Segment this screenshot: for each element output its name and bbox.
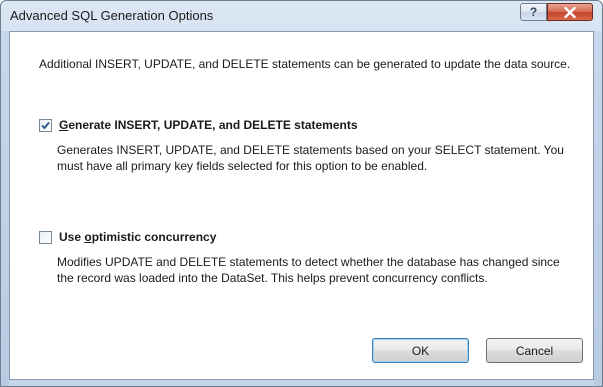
generate-statements-checkbox[interactable]	[39, 118, 52, 132]
optimistic-concurrency-description: Modifies UPDATE and DELETE statements to…	[57, 255, 560, 285]
optimistic-concurrency-mnemonic: o	[84, 230, 92, 244]
dialog-content: Additional INSERT, UPDATE, and DELETE st…	[9, 31, 594, 380]
window-frame-left	[1, 31, 9, 386]
ok-button[interactable]: OK	[372, 338, 469, 363]
generate-statements-label-text: enerate INSERT, UPDATE, and DELETE state…	[68, 118, 358, 132]
cancel-button[interactable]: Cancel	[486, 338, 583, 363]
title-bar[interactable]: Advanced SQL Generation Options ?	[1, 1, 602, 31]
optimistic-concurrency-option[interactable]: Use optimistic concurrency	[39, 230, 216, 244]
optimistic-concurrency-label-prefix: Use	[59, 230, 85, 244]
help-button[interactable]: ?	[520, 3, 547, 21]
window-frame-right	[594, 31, 602, 386]
intro-text: Additional INSERT, UPDATE, and DELETE st…	[39, 57, 571, 71]
close-icon	[564, 6, 576, 18]
generate-statements-label[interactable]: Generate INSERT, UPDATE, and DELETE stat…	[59, 118, 358, 132]
generate-statements-description: Generates INSERT, UPDATE, and DELETE sta…	[57, 143, 564, 173]
generate-statements-option[interactable]: Generate INSERT, UPDATE, and DELETE stat…	[39, 118, 358, 132]
dialog-window: Advanced SQL Generation Options ? Additi…	[0, 0, 603, 387]
optimistic-concurrency-label-text: ptimistic concurrency	[91, 230, 217, 244]
window-title: Advanced SQL Generation Options	[10, 8, 214, 23]
optimistic-concurrency-checkbox[interactable]	[39, 230, 52, 244]
checkmark-icon	[41, 121, 50, 129]
close-button[interactable]	[547, 3, 593, 21]
optimistic-concurrency-label[interactable]: Use optimistic concurrency	[59, 230, 216, 244]
generate-statements-mnemonic: G	[59, 118, 69, 132]
help-icon: ?	[529, 5, 538, 19]
